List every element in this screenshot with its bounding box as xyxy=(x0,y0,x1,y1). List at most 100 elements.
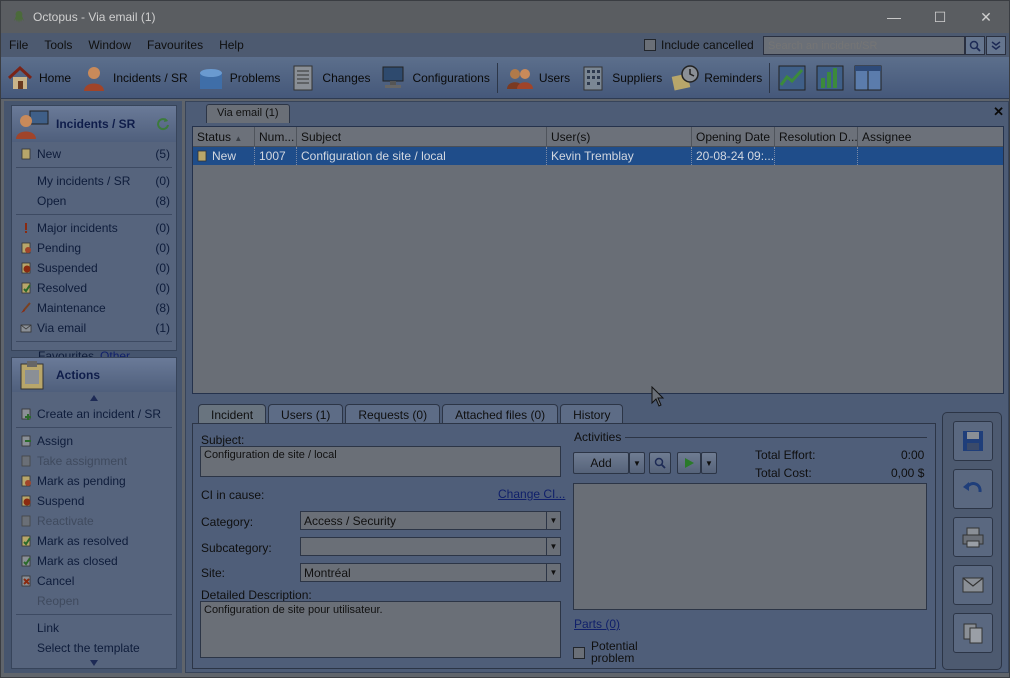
create-incident-icon xyxy=(21,408,31,420)
action-assign[interactable]: Assign xyxy=(12,431,176,451)
triangle-down-icon xyxy=(90,660,98,666)
incidents-panel-header[interactable]: Incidents / SR xyxy=(12,106,176,142)
total-cost-label: Total Cost: xyxy=(755,466,812,480)
bar-chart-icon xyxy=(815,63,845,93)
include-cancelled-toggle[interactable]: Include cancelled xyxy=(644,38,754,52)
add-activity-dropdown[interactable]: ▼ xyxy=(629,452,645,474)
action-link[interactable]: Link xyxy=(12,618,176,638)
cell-subject: Configuration de site / local xyxy=(297,147,547,165)
printer-icon xyxy=(962,527,984,548)
search-options-button[interactable] xyxy=(986,36,1006,55)
toolbar-configurations[interactable]: Configurations xyxy=(374,57,493,99)
minimize-button[interactable]: — xyxy=(871,1,917,33)
email-button[interactable] xyxy=(953,565,993,605)
action-mark-as-resolved[interactable]: Mark as resolved xyxy=(12,531,176,551)
toolbar-problems[interactable]: Problems xyxy=(192,57,285,99)
search-button[interactable] xyxy=(965,36,985,55)
close-button[interactable]: ✕ xyxy=(963,1,1009,33)
menu-tools[interactable]: Tools xyxy=(36,38,80,52)
scroll-up-arrow[interactable] xyxy=(12,392,176,404)
maximize-button[interactable]: ☐ xyxy=(917,1,963,33)
refresh-icon[interactable] xyxy=(156,117,170,131)
column-status[interactable]: Status ▲ xyxy=(193,127,255,147)
table-row[interactable]: New 1007 Configuration de site / local K… xyxy=(193,147,1003,165)
subject-field[interactable]: Configuration de site / local xyxy=(200,446,561,477)
tab-history[interactable]: History xyxy=(560,404,624,424)
resolved-check-icon xyxy=(21,282,31,294)
column-assignee[interactable]: Assignee xyxy=(858,127,1003,147)
close-tab-icon[interactable]: ✕ xyxy=(993,104,1004,120)
undo-button[interactable] xyxy=(953,469,993,509)
action-label: Mark as pending xyxy=(37,474,126,488)
toolbar-changes-label: Changes xyxy=(322,70,371,85)
incident-detail-panel: Incident Users (1) Requests (0) Attached… xyxy=(192,404,936,670)
action-cancel[interactable]: Cancel xyxy=(12,571,176,591)
column-users[interactable]: User(s) xyxy=(547,127,692,147)
potential-problem-checkbox[interactable] xyxy=(573,647,585,659)
tab-attached-files[interactable]: Attached files (0) xyxy=(442,404,559,424)
toolbar-problems-label: Problems xyxy=(229,70,281,85)
toolbar-chart-bars[interactable] xyxy=(811,57,849,99)
column-resolution-date[interactable]: Resolution D... xyxy=(775,127,858,147)
toolbar-incidents[interactable]: Incidents / SR xyxy=(75,57,192,99)
toolbar-layout[interactable] xyxy=(849,57,887,99)
search-input[interactable] xyxy=(763,36,965,55)
toolbar-reminders[interactable]: Reminders xyxy=(666,57,766,99)
tab-requests[interactable]: Requests (0) xyxy=(345,404,441,424)
sidebar-item-via-email[interactable]: Via email (1) xyxy=(12,318,176,338)
start-timer-button[interactable] xyxy=(677,452,701,474)
copy-button[interactable] xyxy=(953,613,993,653)
action-reactivate[interactable]: Reactivate xyxy=(12,511,176,531)
menu-file[interactable]: File xyxy=(1,38,36,52)
include-cancelled-label: Include cancelled xyxy=(661,38,754,52)
print-button[interactable] xyxy=(953,517,993,557)
site-select[interactable]: Montréal ▼ xyxy=(300,563,561,582)
toolbar-users[interactable]: Users xyxy=(501,57,574,99)
menu-window[interactable]: Window xyxy=(80,38,139,52)
detailed-description-field[interactable]: Configuration de site pour utilisateur. xyxy=(200,601,561,658)
save-button[interactable] xyxy=(953,421,993,461)
actions-panel-header[interactable]: Actions xyxy=(12,358,176,392)
action-mark-as-closed[interactable]: Mark as closed xyxy=(12,551,176,571)
tab-users[interactable]: Users (1) xyxy=(268,404,344,424)
toolbar-changes[interactable]: Changes xyxy=(284,57,374,99)
category-select[interactable]: Access / Security ▼ xyxy=(300,511,561,530)
toolbar-chart-trend[interactable] xyxy=(773,57,811,99)
sidebar-item-new[interactable]: New (5) xyxy=(12,144,176,164)
tab-incident[interactable]: Incident xyxy=(198,404,267,424)
sidebar-item-maintenance[interactable]: Maintenance (8) xyxy=(12,298,176,318)
sidebar-item-suspended[interactable]: Suspended (0) xyxy=(12,258,176,278)
action-label: Link xyxy=(37,621,60,635)
sidebar-item-resolved[interactable]: Resolved (0) xyxy=(12,278,176,298)
include-cancelled-checkbox[interactable] xyxy=(644,39,656,51)
column-number[interactable]: Num... xyxy=(255,127,297,147)
activities-list[interactable] xyxy=(573,483,927,610)
sidebar-item-my-incidents[interactable]: My incidents / SR (0) xyxy=(12,171,176,191)
toolbar-suppliers[interactable]: Suppliers xyxy=(574,57,666,99)
action-reopen[interactable]: Reopen xyxy=(12,591,176,611)
menu-favourites[interactable]: Favourites xyxy=(139,38,211,52)
action-suspend[interactable]: Suspend xyxy=(12,491,176,511)
parts-link[interactable]: Parts (0) xyxy=(574,617,620,631)
scroll-down-arrow[interactable] xyxy=(12,658,176,668)
timer-dropdown[interactable]: ▼ xyxy=(701,452,717,474)
action-take-assignment[interactable]: Take assignment xyxy=(12,451,176,471)
grid-header: Status ▲ Num... Subject User(s) Opening … xyxy=(193,127,1003,147)
envelope-icon xyxy=(20,324,32,333)
toolbar-home[interactable]: Home xyxy=(1,57,75,99)
sidebar-item-pending[interactable]: Pending (0) xyxy=(12,238,176,258)
menu-help[interactable]: Help xyxy=(211,38,252,52)
add-activity-button[interactable]: Add xyxy=(573,452,629,474)
action-create-incident[interactable]: Create an incident / SR xyxy=(12,404,176,424)
action-mark-as-pending[interactable]: Mark as pending xyxy=(12,471,176,491)
search-activity-button[interactable] xyxy=(649,452,671,474)
change-ci-link[interactable]: Change CI... xyxy=(498,487,565,501)
column-opening-date[interactable]: Opening Date xyxy=(692,127,775,147)
sidebar-item-major-incidents[interactable]: Major incidents (0) xyxy=(12,218,176,238)
incidents-grid: Status ▲ Num... Subject User(s) Opening … xyxy=(192,126,1004,394)
subcategory-select[interactable]: ▼ xyxy=(300,537,561,556)
column-subject[interactable]: Subject xyxy=(297,127,547,147)
tab-via-email[interactable]: Via email (1) xyxy=(206,104,290,123)
sidebar-item-open[interactable]: Open (8) xyxy=(12,191,176,211)
action-select-template[interactable]: Select the template xyxy=(12,638,176,658)
